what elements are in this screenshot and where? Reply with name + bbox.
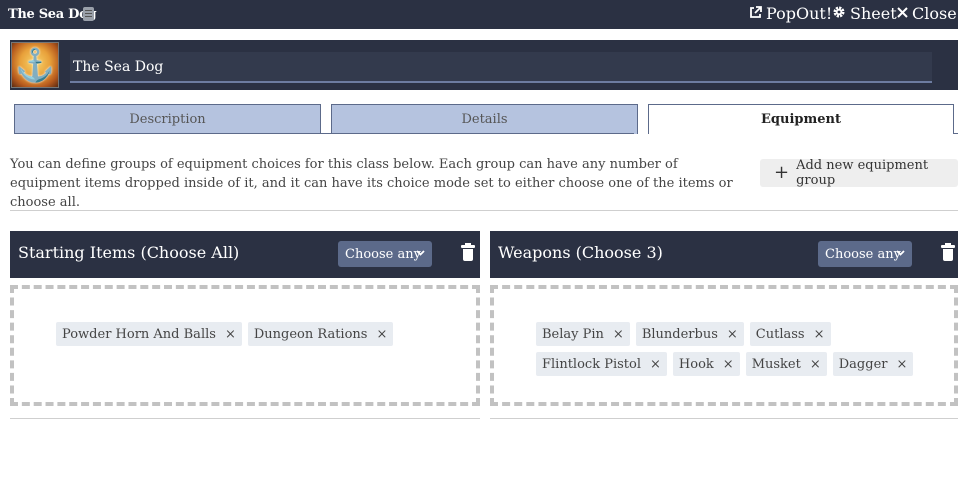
class-name-input[interactable] [70,52,932,83]
item-header: ⚓ [10,40,958,90]
remove-item-icon[interactable]: × [723,357,734,372]
equipment-item: Dagger × [832,352,914,376]
choice-mode-value: Choose any [825,246,901,262]
item-label: Flintlock Pistol [542,356,641,372]
item-label: Blunderbus [641,326,718,342]
item-label: Cutlass [755,326,805,342]
external-link-icon [749,5,762,22]
chevron-down-icon [896,246,905,263]
close-icon [897,6,908,21]
item-label: Powder Horn And Balls [62,326,216,342]
class-avatar[interactable]: ⚓ [11,42,59,88]
choice-mode-select[interactable]: Choose any [818,241,912,267]
item-label: Hook [678,356,714,372]
equipment-item: Hook × [672,352,740,376]
group-divider [490,418,958,419]
equipment-item: Musket × [745,352,827,376]
sheet-button[interactable]: Sheet [832,4,897,23]
item-list: Belay Pin × Blunderbus × Cutlass × Flintloc… [536,322,924,376]
remove-item-icon[interactable]: × [376,327,387,342]
remove-item-icon[interactable]: × [225,327,236,342]
tab-details[interactable]: Details [331,104,638,134]
add-equipment-group-button[interactable]: + Add new equipment group [760,158,958,188]
item-label: Dagger [838,356,888,372]
remove-item-icon[interactable]: × [613,327,624,342]
equipment-dropzone[interactable]: Belay Pin × Blunderbus × Cutlass × Flintloc… [490,285,958,406]
gear-icon [832,5,846,22]
equipment-item: Powder Horn And Balls × [56,322,242,346]
remove-item-icon[interactable]: × [727,327,738,342]
group-divider [10,418,480,419]
equipment-item: Flintlock Pistol × [536,352,667,376]
document-icon[interactable] [83,7,94,21]
popout-label: PopOut! [766,4,833,23]
equipment-item: Dungeon Rations × [247,322,394,346]
section-divider [10,210,958,211]
group-title: Weapons (Choose 3) [498,243,663,262]
item-label: Musket [751,356,801,372]
delete-group-trash-icon[interactable] [461,243,475,261]
remove-item-icon[interactable]: × [650,357,661,372]
group-header: Weapons (Choose 3) Choose any [490,231,958,278]
choice-mode-value: Choose any [345,246,421,262]
close-label: Close [912,4,957,23]
equipment-intro: You can define groups of equipment choic… [10,157,733,210]
item-label: Belay Pin [542,326,604,342]
tabs-divider [14,133,634,134]
chevron-down-icon [416,246,425,263]
popout-button[interactable]: PopOut! [749,4,832,23]
plus-icon: + [774,162,790,183]
sheet-tabs: Description Details Equipment [14,104,954,134]
equipment-item: Belay Pin × [536,322,630,346]
equipment-dropzone[interactable]: Powder Horn And Balls × Dungeon Rations × [10,285,480,406]
group-title: Starting Items (Choose All) [18,243,240,262]
remove-item-icon[interactable]: × [814,327,825,342]
remove-item-icon[interactable]: × [896,357,907,372]
equipment-item: Cutlass × [749,322,831,346]
tab-description[interactable]: Description [14,104,321,134]
equipment-group-starting-items: Starting Items (Choose All) Choose any P… [10,231,480,406]
delete-group-trash-icon[interactable] [941,243,955,261]
item-label: Dungeon Rations [253,326,368,342]
choice-mode-select[interactable]: Choose any [338,241,432,267]
add-equipment-group-label: Add new equipment group [796,158,929,188]
equipment-group-weapons: Weapons (Choose 3) Choose any Belay Pin ×… [490,231,958,406]
window-titlebar: The Sea Dog PopOut! Sheet Close [0,0,958,29]
sheet-label: Sheet [850,4,897,23]
equipment-item: Blunderbus × [635,322,744,346]
group-header: Starting Items (Choose All) Choose any [10,231,480,278]
item-list: Powder Horn And Balls × Dungeon Rations × [56,322,446,346]
tab-equipment[interactable]: Equipment [648,104,954,134]
anchor-icon: ⚓ [15,46,55,84]
tabs-divider-end [953,133,958,134]
remove-item-icon[interactable]: × [810,357,821,372]
close-button[interactable]: Close [897,4,957,23]
